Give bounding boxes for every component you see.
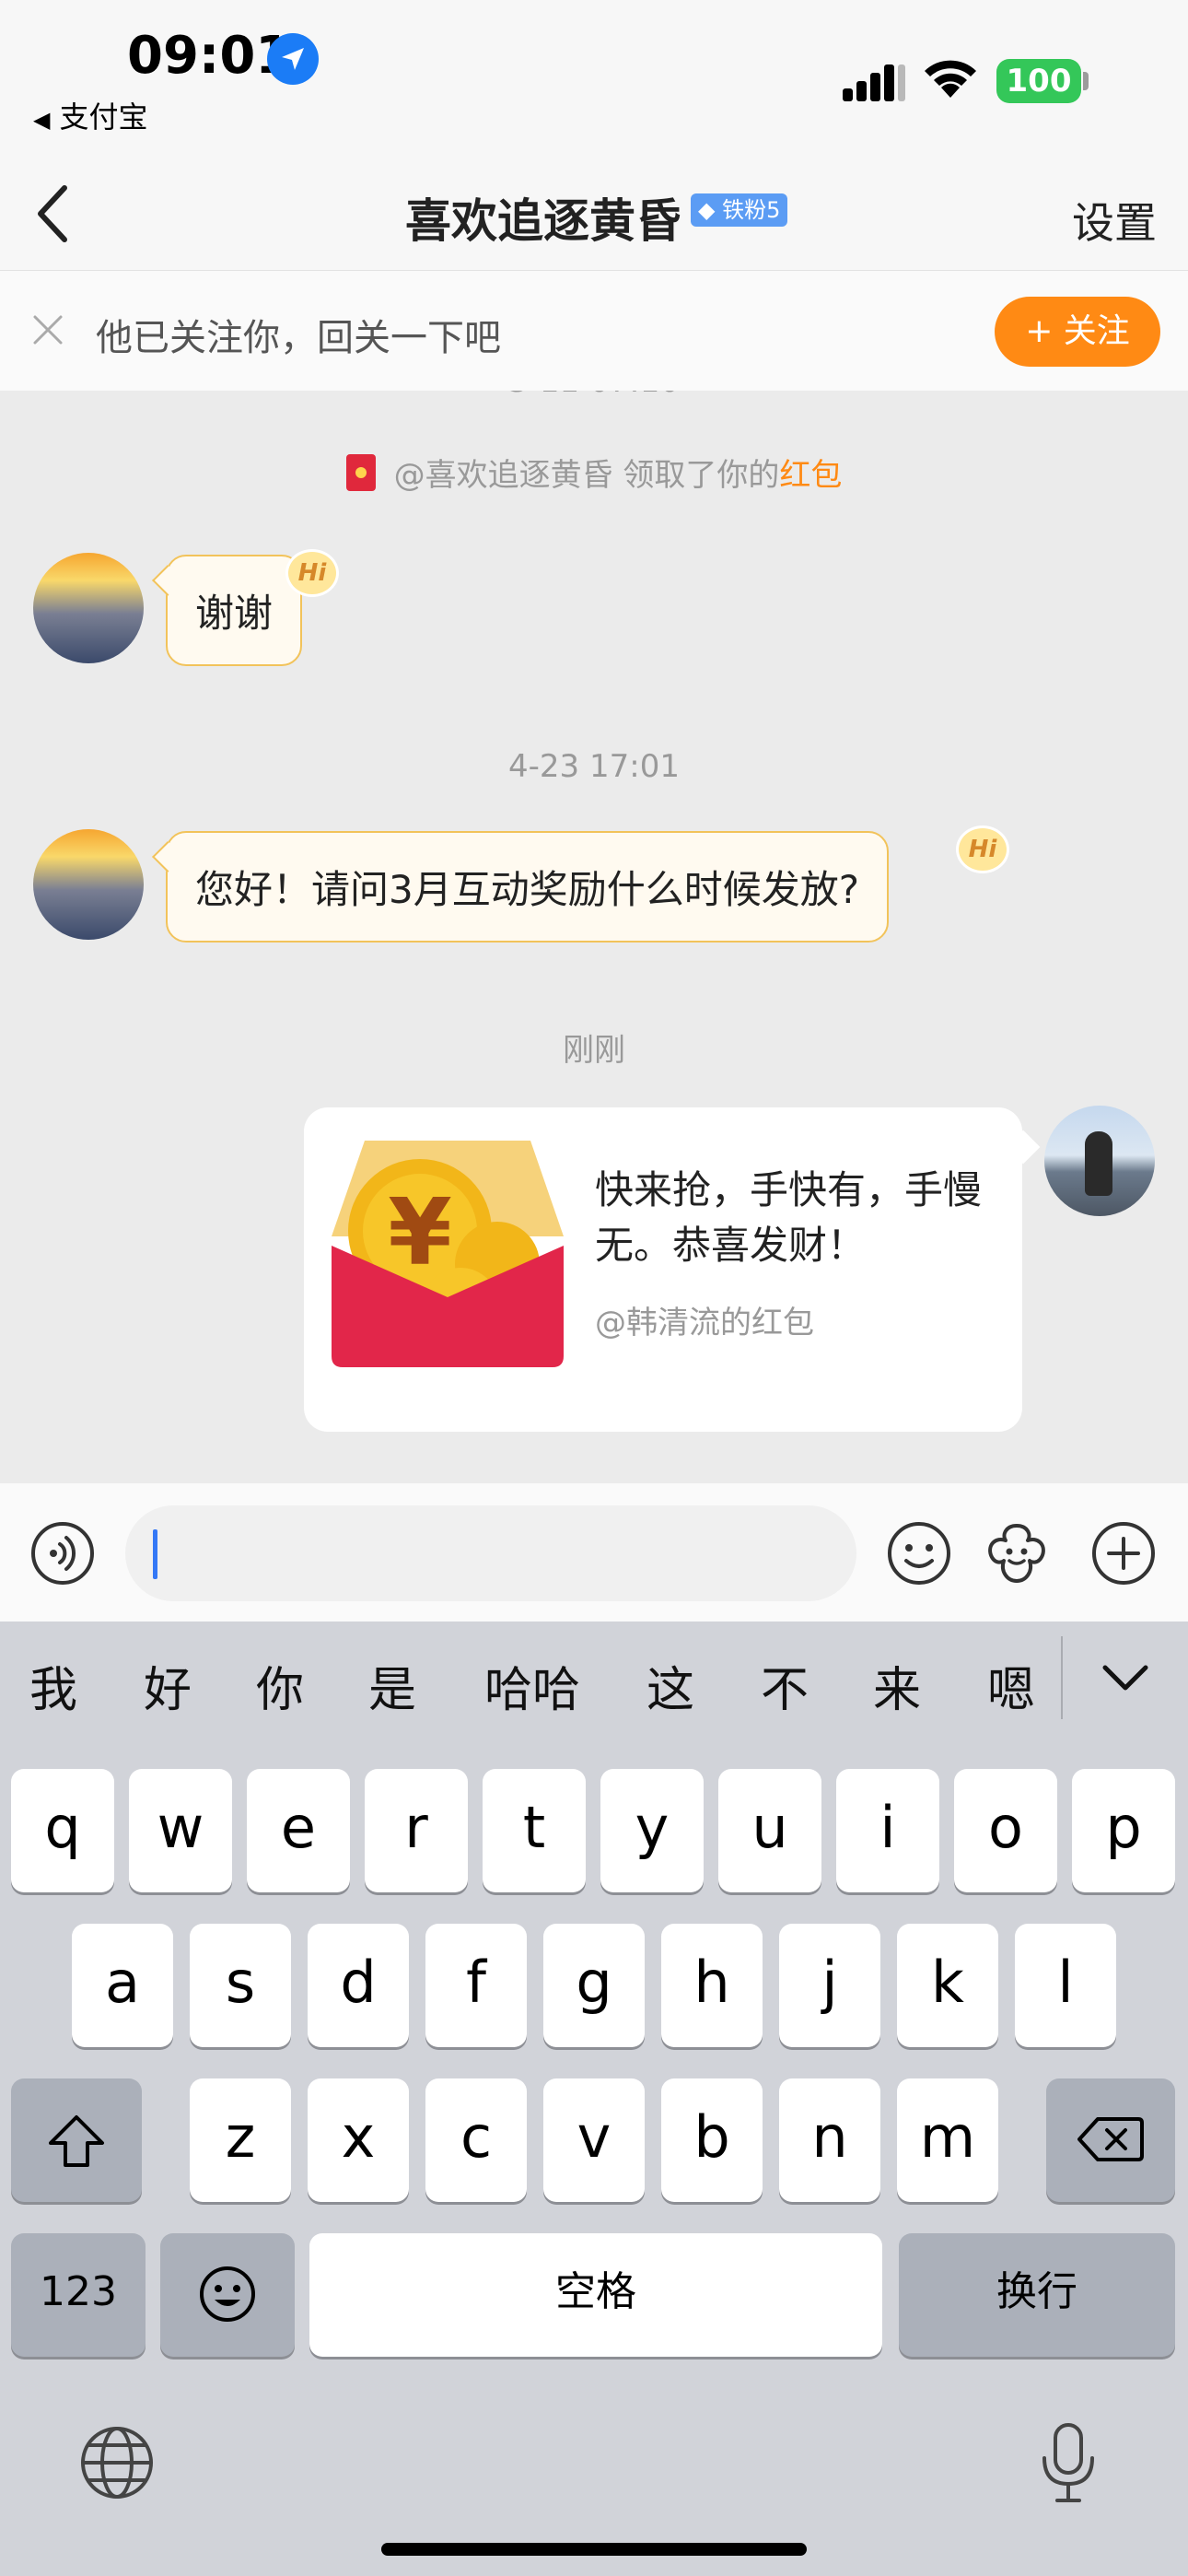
message-bubble[interactable]: 您好！请问3月互动奖励什么时候发放? [166, 831, 890, 943]
emoji-key[interactable] [160, 2233, 295, 2357]
candidate-word[interactable]: 这 [646, 1651, 694, 1720]
voice-icon[interactable] [29, 1520, 96, 1587]
hi-badge-icon: Hi [956, 825, 1009, 873]
chevron-down-icon[interactable] [1101, 1662, 1149, 1693]
numbers-key[interactable]: 123 [11, 2233, 146, 2357]
key-n[interactable]: n [779, 2078, 880, 2202]
red-packet-envelope-icon: ¥ [332, 1141, 564, 1367]
message-input-bar [0, 1483, 1188, 1622]
emoji-keyboard-icon [200, 2266, 255, 2322]
red-packet-sender: @韩清流的红包 [595, 1305, 814, 1341]
message-input[interactable] [125, 1505, 856, 1601]
timestamp: 4-23 17:01 [508, 748, 680, 785]
return-key[interactable]: 换行 [899, 2233, 1175, 2357]
sticker-icon[interactable] [984, 1520, 1050, 1587]
chat-title: 喜欢追逐黄昏 [405, 194, 681, 248]
close-icon[interactable] [29, 311, 66, 348]
candidate-word[interactable]: 是 [368, 1651, 416, 1720]
red-packet-title: 快来抢，手快有，手慢无。恭喜发财！ [595, 1167, 983, 1268]
follow-back-banner: 他已关注你，回关一下吧 + 关注 [0, 271, 1188, 391]
message-text: 您好！请问3月互动奖励什么时候发放? [195, 867, 860, 912]
candidate-word[interactable]: 你 [256, 1651, 304, 1720]
key-x[interactable]: x [308, 2078, 409, 2202]
red-packet-card[interactable]: ¥ 快来抢，手快有，手慢无。恭喜发财！ @韩清流的红包 [304, 1107, 1022, 1432]
timestamp: 刚刚 [563, 1032, 625, 1069]
candidate-word[interactable]: 哈哈 [484, 1651, 580, 1720]
delete-key[interactable] [1046, 2078, 1175, 2202]
key-r[interactable]: r [365, 1769, 468, 1892]
key-q[interactable]: q [11, 1769, 114, 1892]
back-triangle-icon: ◀ [33, 107, 51, 133]
candidate-word[interactable]: 来 [873, 1651, 921, 1720]
system-message: @喜欢追逐黄昏 领取了你的红包 [0, 450, 1188, 495]
key-u[interactable]: u [718, 1769, 821, 1892]
back-app-label: 支付宝 [59, 100, 148, 135]
key-z[interactable]: z [190, 2078, 291, 2202]
location-arrow-icon [267, 33, 319, 85]
key-p[interactable]: p [1072, 1769, 1175, 1892]
red-packet-icon [345, 454, 376, 491]
backspace-icon [1077, 2117, 1144, 2161]
back-chevron-icon[interactable] [28, 181, 83, 247]
keyboard: 我 好 你 是 哈哈 这 不 来 嗯 q w e r t y u i o p a… [0, 1622, 1188, 2576]
key-g[interactable]: g [543, 1924, 645, 2047]
key-t[interactable]: t [483, 1769, 586, 1892]
cellular-signal-icon [843, 64, 905, 101]
key-m[interactable]: m [897, 2078, 998, 2202]
follow-back-hint: 他已关注你，回关一下吧 [96, 317, 501, 359]
text-cursor [153, 1529, 157, 1579]
shift-arrow-icon [49, 2115, 104, 2167]
globe-icon[interactable] [79, 2425, 155, 2500]
battery-indicator: 100 [996, 59, 1081, 103]
system-message-text: @喜欢追逐黄昏 领取了你的 [393, 457, 780, 494]
fan-level-badge: ◆ 铁粉5 [691, 193, 788, 227]
candidate-word[interactable]: 不 [761, 1651, 809, 1720]
red-packet-link[interactable]: 红包 [779, 457, 842, 494]
shift-key[interactable] [11, 2078, 142, 2202]
emoji-icon[interactable] [886, 1520, 952, 1587]
hi-badge-icon: Hi [285, 549, 339, 597]
key-w[interactable]: w [129, 1769, 232, 1892]
my-avatar[interactable] [1044, 1106, 1155, 1216]
status-bar: 09:01 ◀ 支付宝 100 [0, 0, 1188, 157]
candidate-word[interactable]: 我 [29, 1651, 77, 1720]
key-h[interactable]: h [661, 1924, 763, 2047]
svg-text:¥: ¥ [388, 1178, 452, 1286]
space-key[interactable]: 空格 [309, 2233, 882, 2357]
key-e[interactable]: e [247, 1769, 350, 1892]
candidate-word[interactable]: 嗯 [987, 1651, 1035, 1720]
avatar[interactable] [33, 553, 144, 663]
follow-button[interactable]: + 关注 [995, 297, 1160, 367]
plus-icon[interactable] [1090, 1520, 1157, 1587]
microphone-icon[interactable] [1039, 2421, 1098, 2506]
message-bubble[interactable]: 谢谢 [166, 555, 303, 666]
key-o[interactable]: o [954, 1769, 1057, 1892]
chat-message-list[interactable]: 3-11 07:10 @喜欢追逐黄昏 领取了你的红包 谢谢 Hi 4-23 17… [0, 391, 1188, 1483]
timestamp: 3-11 07:10 [0, 391, 1188, 400]
message-text: 谢谢 [195, 591, 274, 636]
candidate-word[interactable]: 好 [144, 1651, 192, 1720]
battery-cap [1083, 72, 1089, 90]
key-i[interactable]: i [836, 1769, 939, 1892]
key-c[interactable]: c [425, 2078, 527, 2202]
key-b[interactable]: b [661, 2078, 763, 2202]
key-v[interactable]: v [543, 2078, 645, 2202]
avatar[interactable] [33, 829, 144, 940]
key-a[interactable]: a [72, 1924, 173, 2047]
candidate-bar: 我 好 你 是 哈哈 这 不 来 嗯 [0, 1622, 1188, 1732]
key-s[interactable]: s [190, 1924, 291, 2047]
fan-level-label: 铁粉5 [722, 197, 781, 223]
chat-header: 喜欢追逐黄昏 ◆ 铁粉5 设置 [0, 157, 1188, 271]
home-indicator[interactable] [381, 2543, 807, 2556]
wifi-icon [925, 60, 976, 98]
key-f[interactable]: f [425, 1924, 527, 2047]
key-j[interactable]: j [779, 1924, 880, 2047]
key-k[interactable]: k [897, 1924, 998, 2047]
back-to-app-link[interactable]: ◀ 支付宝 [33, 94, 147, 136]
key-d[interactable]: d [308, 1924, 409, 2047]
key-y[interactable]: y [600, 1769, 704, 1892]
settings-button[interactable]: 设置 [1072, 190, 1157, 251]
key-l[interactable]: l [1015, 1924, 1116, 2047]
candidate-divider [1061, 1636, 1063, 1719]
